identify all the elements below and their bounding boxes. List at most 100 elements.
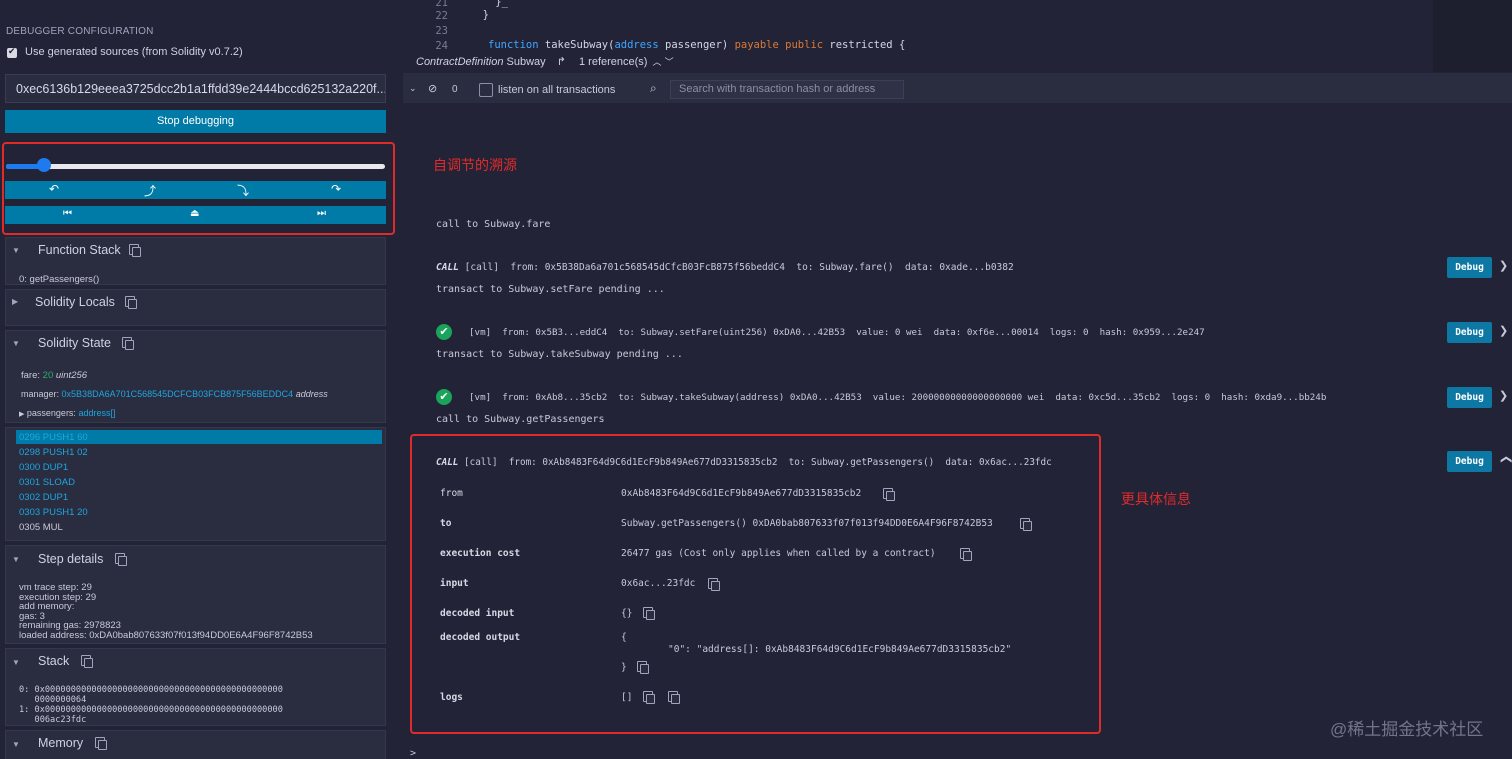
details-annotation: 更具体信息 bbox=[1121, 491, 1191, 507]
opcode-item[interactable]: 0298 PUSH1 02 bbox=[19, 447, 88, 458]
chevron-down-icon[interactable]: ▼ bbox=[12, 339, 20, 348]
code-line: }_ bbox=[470, 0, 508, 8]
chevron-up-icon[interactable]: ❯ bbox=[1499, 455, 1512, 464]
chevron-down-icon[interactable]: ﹀ bbox=[665, 57, 674, 67]
tx-hash-input[interactable]: 0xec6136b129eeea3725dcc2b1a1ffdd39e2444b… bbox=[5, 74, 386, 103]
tx-summary: [call] from: 0x5B38Da6a701c568545dCfcB03… bbox=[464, 262, 1014, 273]
listen-all-checkbox[interactable] bbox=[479, 83, 493, 97]
debugger-config-header: DEBUGGER CONFIGURATION bbox=[6, 26, 154, 37]
memory-title[interactable]: Memory bbox=[38, 736, 83, 750]
function-stack-title[interactable]: Function Stack bbox=[38, 243, 121, 257]
opcode-item[interactable]: 0301 SLOAD bbox=[19, 477, 75, 488]
step-into-icon[interactable]: ⤵ bbox=[237, 182, 249, 199]
code-token: restricted { bbox=[823, 39, 906, 51]
listen-all-label: listen on all transactions bbox=[498, 84, 616, 96]
stack-title[interactable]: Stack bbox=[38, 654, 69, 668]
copy-icon[interactable] bbox=[95, 737, 107, 750]
state-key: manager: bbox=[21, 389, 60, 399]
terminal-tx-line[interactable]: CALL [call] from: 0xAb8483F64d9C6d1EcF9b… bbox=[436, 457, 1052, 468]
copy-icon[interactable] bbox=[643, 607, 655, 620]
use-generated-sources-checkbox[interactable] bbox=[7, 46, 17, 58]
chevron-down-icon[interactable]: ❯ bbox=[1499, 324, 1508, 337]
copy-icon[interactable] bbox=[1020, 518, 1032, 531]
solidity-locals-title[interactable]: Solidity Locals bbox=[35, 295, 115, 309]
tx-details-highlight-box bbox=[410, 434, 1101, 734]
state-type: uint256 bbox=[55, 370, 88, 381]
references-count[interactable]: 1 reference(s) bbox=[579, 56, 647, 68]
solidity-state-title[interactable]: Solidity State bbox=[38, 336, 111, 350]
copy-icon[interactable] bbox=[637, 661, 649, 674]
code-token: public bbox=[785, 39, 824, 51]
state-value: address[] bbox=[78, 408, 116, 418]
jump-prev-breakpoint-icon[interactable]: ⏮ bbox=[63, 208, 72, 219]
code-token: payable bbox=[734, 39, 779, 51]
terminal-prompt[interactable]: > bbox=[410, 748, 416, 759]
detail-value: Subway.getPassengers() 0xDA0bab807633f07… bbox=[621, 518, 993, 529]
stop-debugging-button[interactable]: Stop debugging bbox=[5, 110, 386, 133]
terminal-search-input[interactable]: Search with transaction hash or address bbox=[670, 80, 904, 99]
editor-minimap[interactable] bbox=[1433, 0, 1512, 72]
chevron-up-icon[interactable]: ︿ bbox=[653, 57, 662, 67]
state-passengers-row[interactable]: ▶ passengers: address[] bbox=[19, 408, 115, 418]
step-out-icon[interactable]: ⤴ bbox=[144, 182, 156, 199]
opcode-item[interactable]: 0300 DUP1 bbox=[19, 462, 68, 473]
opcode-item[interactable]: 0296 PUSH1 60 bbox=[19, 432, 88, 443]
stack-list: 0: 0x00000000000000000000000000000000000… bbox=[19, 685, 283, 725]
opcode-item[interactable]: 0302 DUP1 bbox=[19, 492, 68, 503]
chevron-down-icon[interactable]: ▼ bbox=[12, 658, 20, 667]
step-details-title[interactable]: Step details bbox=[38, 552, 103, 566]
copy-icon[interactable] bbox=[81, 655, 93, 668]
detail-key: execution cost bbox=[440, 548, 521, 559]
code-line: } bbox=[470, 9, 489, 21]
detail-value: {} bbox=[621, 608, 633, 619]
use-generated-sources-label: Use generated sources (from Solidity v0.… bbox=[25, 46, 243, 58]
step-back-icon[interactable]: ↶ bbox=[49, 182, 59, 196]
copy-icon[interactable] bbox=[883, 488, 895, 501]
debug-button[interactable]: Debug bbox=[1447, 322, 1492, 343]
copy-icon[interactable] bbox=[643, 691, 655, 704]
opcode-item[interactable]: 0305 MUL bbox=[19, 522, 63, 533]
chevron-right-icon[interactable]: ▶ bbox=[19, 411, 24, 418]
detail-value: 0xAb8483F64d9C6d1EcF9b849Ae677dD3315835c… bbox=[621, 488, 862, 499]
chevron-down-icon[interactable]: ❯ bbox=[1499, 259, 1508, 272]
step-over-icon[interactable]: ↷ bbox=[331, 182, 341, 196]
detail-key: input bbox=[440, 578, 469, 589]
terminal-line: transact to Subway.setFare pending ... bbox=[436, 284, 665, 295]
terminal-line: call to Subway.getPassengers bbox=[436, 414, 605, 425]
copy-icon[interactable] bbox=[708, 578, 720, 591]
copy-icon[interactable] bbox=[129, 244, 141, 257]
jump-next-breakpoint-icon[interactable]: ⏭ bbox=[317, 208, 326, 219]
stack-line: 0000000064 bbox=[19, 695, 87, 705]
debug-button[interactable]: Debug bbox=[1447, 451, 1492, 472]
contract-def-label: ContractDefinition bbox=[416, 56, 504, 68]
step-slider[interactable] bbox=[6, 164, 385, 169]
chevron-down-icon[interactable]: ▼ bbox=[12, 555, 20, 564]
state-key: fare: bbox=[21, 370, 41, 381]
chevron-down-icon[interactable]: ▼ bbox=[12, 246, 20, 255]
line-number: 24 bbox=[435, 40, 448, 52]
copy-icon[interactable] bbox=[960, 548, 972, 561]
copy-icon[interactable] bbox=[125, 296, 137, 309]
debug-button[interactable]: Debug bbox=[1447, 387, 1492, 408]
collapse-terminal-icon[interactable]: ⌄ bbox=[409, 83, 417, 94]
terminal-tx-line[interactable]: [vm] from: 0x5B3...eddC4 to: Subway.setF… bbox=[469, 327, 1205, 338]
detail-value: } bbox=[621, 662, 627, 673]
slider-thumb[interactable] bbox=[36, 158, 51, 172]
opcode-item[interactable]: 0303 PUSH1 20 bbox=[19, 507, 88, 518]
jump-out-icon[interactable]: ⏏ bbox=[190, 208, 199, 219]
goto-definition-icon[interactable]: ↱ bbox=[557, 56, 566, 68]
debug-button[interactable]: Debug bbox=[1447, 257, 1492, 278]
copy-icon[interactable] bbox=[668, 691, 680, 704]
chevron-down-icon[interactable]: ▼ bbox=[12, 740, 20, 749]
copy-icon[interactable] bbox=[115, 553, 127, 566]
terminal-tx-line[interactable]: [vm] from: 0xAb8...35cb2 to: Subway.take… bbox=[469, 392, 1326, 403]
detail-key: decoded output bbox=[440, 632, 521, 643]
terminal-tx-line[interactable]: CALL [call] from: 0x5B38Da6a701c568545dC… bbox=[436, 262, 1014, 273]
chevron-right-icon[interactable]: ▶ bbox=[12, 297, 18, 306]
chevron-down-icon[interactable]: ❯ bbox=[1499, 389, 1508, 402]
detail-value: 26477 gas (Cost only applies when called… bbox=[621, 548, 936, 559]
copy-icon[interactable] bbox=[122, 337, 134, 350]
code-token: function bbox=[488, 39, 539, 51]
tx-summary: [vm] from: 0xAb8...35cb2 to: Subway.take… bbox=[469, 392, 1327, 403]
clear-console-icon[interactable]: ⊘ bbox=[428, 82, 437, 95]
